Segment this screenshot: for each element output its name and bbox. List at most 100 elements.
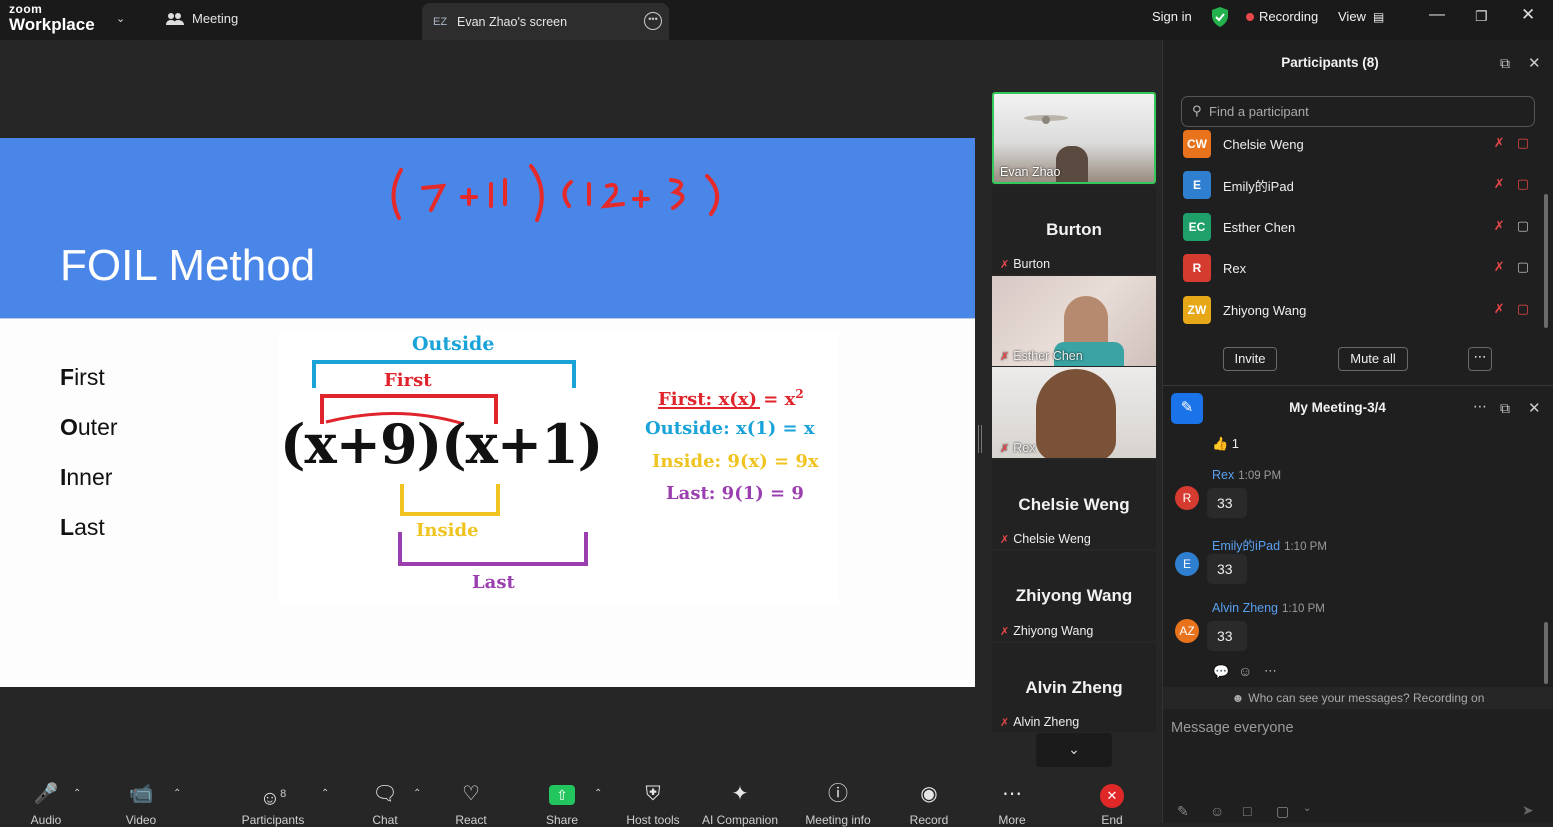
record-button[interactable]: ◉ Record [905, 781, 953, 827]
video-tile-alvin[interactable]: Alvin Zheng ✗ Alvin Zheng [992, 643, 1156, 732]
invite-button[interactable]: Invite [1223, 347, 1277, 371]
participant-row[interactable]: R Rex ✗ ▢ [1183, 254, 1533, 282]
avatar: CW [1183, 130, 1211, 158]
audio-options-caret[interactable]: ⌃ [73, 788, 81, 799]
participant-row[interactable]: CW Chelsie Weng ✗ ▢ [1183, 130, 1533, 158]
tab-meeting[interactable]: Meeting [166, 11, 238, 26]
file-icon[interactable]: □ [1243, 803, 1251, 819]
participants-options-caret[interactable]: ⌃ [321, 788, 329, 799]
participants-button[interactable]: ☺8 Participants [237, 781, 309, 827]
participants-scrollbar[interactable] [1544, 194, 1548, 328]
video-off-icon[interactable]: ▢ [1517, 301, 1529, 317]
chat-button[interactable]: 🗨 Chat [366, 781, 404, 827]
emoji-icon[interactable]: ☺ [1210, 803, 1224, 819]
scroll-down-button[interactable]: ⌄ [1036, 733, 1112, 767]
close-icon[interactable]: ✕ [1521, 5, 1535, 25]
shield-check-icon[interactable] [1211, 7, 1229, 27]
view-button[interactable]: View ▤ [1338, 9, 1384, 24]
more-icon: ⋯ [1002, 783, 1022, 805]
video-tile-zhiyong[interactable]: Zhiyong Wang ✗ Zhiyong Wang [992, 551, 1156, 641]
chat-options-caret[interactable]: ⌃ [413, 788, 421, 799]
foil-letter: F [60, 364, 75, 390]
video-icon[interactable]: ▢ [1517, 259, 1529, 275]
sign-in-label: Sign in [1152, 9, 1192, 24]
tile-label-text: Esther Chen [1013, 349, 1083, 363]
share-options-caret[interactable]: ⌃ [594, 788, 602, 799]
mic-off-icon[interactable]: ✗ [1494, 259, 1505, 275]
participant-search-input[interactable]: ⚲ Find a participant [1181, 96, 1535, 127]
more-icon[interactable]: ⋯ [1264, 663, 1277, 679]
video-tile-esther[interactable]: ✗ Esther Chen [992, 276, 1156, 366]
sign-in-link[interactable]: Sign in [1152, 9, 1192, 24]
participant-row[interactable]: EC Esther Chen ✗ ▢ [1183, 213, 1533, 241]
react-button[interactable]: ♡ React [450, 781, 492, 827]
more-button[interactable]: ⋯ More [992, 781, 1032, 827]
tab-shared-screen[interactable]: EZ Evan Zhao's screen ••• [422, 3, 669, 40]
sender-name: Rex [1212, 468, 1235, 482]
avatar: ZW [1183, 296, 1211, 324]
compose-icon[interactable]: ✎ [1171, 393, 1203, 424]
tile-label: ✗ Alvin Zheng [1000, 715, 1079, 729]
screenshot-icon[interactable]: ▢ [1276, 803, 1289, 820]
video-tile-rex[interactable]: ✗ Rex [992, 367, 1156, 458]
screen-tab-badge: EZ [433, 15, 448, 28]
recording-indicator[interactable]: Recording [1246, 9, 1318, 24]
zoom-logo[interactable]: zoom Workplace [9, 3, 109, 33]
message-bubble[interactable]: 33 [1207, 621, 1247, 651]
meeting-info-button[interactable]: ⓘ Meeting info [800, 781, 876, 827]
mic-off-icon[interactable]: ✗ [1494, 218, 1505, 234]
mic-off-icon[interactable]: ✗ [1494, 176, 1505, 192]
more-icon[interactable]: ⋯ [1473, 398, 1487, 415]
mic-off-icon: ✗ [1000, 533, 1010, 546]
shield-icon: ⛨ [645, 783, 661, 805]
message-sender: Rex 1:09 PM [1212, 468, 1281, 482]
message-bubble[interactable]: 33 [1207, 488, 1247, 518]
popout-icon[interactable]: ⧉ [1500, 400, 1510, 417]
close-icon[interactable]: ✕ [1528, 54, 1541, 72]
more-icon[interactable]: ⋯ [1468, 347, 1492, 371]
video-off-icon[interactable]: ▢ [1517, 176, 1529, 192]
mic-off-icon[interactable]: ✗ [1494, 301, 1505, 317]
ai-companion-button[interactable]: ✦ AI Companion [698, 781, 782, 827]
close-icon[interactable]: ✕ [1528, 399, 1541, 417]
video-options-caret[interactable]: ⌃ [173, 788, 181, 799]
logo-workplace-text: Workplace [9, 15, 95, 34]
audio-button[interactable]: 🎤 Audio [24, 781, 68, 827]
end-button[interactable]: ✕ End [1093, 781, 1131, 827]
video-tile-chelsie[interactable]: Chelsie Weng ✗ Chelsie Weng [992, 460, 1156, 549]
participant-name: Esther Chen [1223, 219, 1296, 235]
chat-scrollbar[interactable] [1544, 622, 1548, 684]
video-tile-burton[interactable]: Burton ✗ Burton [992, 186, 1156, 274]
reply-icon[interactable]: 💬 [1213, 664, 1229, 680]
label-first: First [384, 370, 432, 391]
tile-label-text: Burton [1013, 257, 1051, 271]
more-icon[interactable]: ••• [644, 12, 662, 30]
popout-icon[interactable]: ⧉ [1500, 55, 1510, 72]
share-button[interactable]: ⇧ Share [540, 781, 584, 827]
emoji-icon[interactable]: ☺ [1238, 663, 1252, 679]
reaction-badge[interactable]: 👍 1 [1212, 436, 1239, 452]
message-bubble[interactable]: 33 [1207, 554, 1247, 584]
person-icon: ☻ [1231, 691, 1245, 705]
video-icon[interactable]: ▢ [1517, 218, 1529, 234]
send-icon[interactable]: ➤ [1522, 802, 1534, 819]
video-button[interactable]: 📹 Video [118, 781, 164, 827]
mic-off-icon[interactable]: ✗ [1494, 135, 1505, 151]
mute-all-button[interactable]: Mute all [1338, 347, 1408, 371]
chat-visibility-note[interactable]: ☻ Who can see your messages? Recording on [1163, 687, 1553, 709]
stage-resize-handle[interactable] [978, 425, 982, 453]
message-input[interactable]: Message everyone [1171, 720, 1294, 736]
chevron-down-icon[interactable]: ⌄ [116, 12, 125, 25]
tile-label: ✗ Burton [1000, 257, 1050, 271]
search-icon: ⚲ [1192, 103, 1202, 118]
minimize-icon[interactable]: — [1429, 6, 1445, 24]
participant-row[interactable]: E Emily的iPad ✗ ▢ [1183, 171, 1533, 199]
video-off-icon[interactable]: ▢ [1517, 135, 1529, 151]
host-tools-button[interactable]: ⛨ Host tools [622, 781, 684, 827]
video-tile-evan[interactable]: Evan Zhao [992, 92, 1156, 184]
restore-icon[interactable]: ❐ [1475, 8, 1488, 25]
share-label: Share [545, 813, 579, 827]
chevron-down-icon[interactable]: ⌄ [1303, 803, 1311, 814]
participant-row[interactable]: ZW Zhiyong Wang ✗ ▢ [1183, 296, 1533, 324]
format-icon[interactable]: ✎ [1177, 803, 1189, 820]
